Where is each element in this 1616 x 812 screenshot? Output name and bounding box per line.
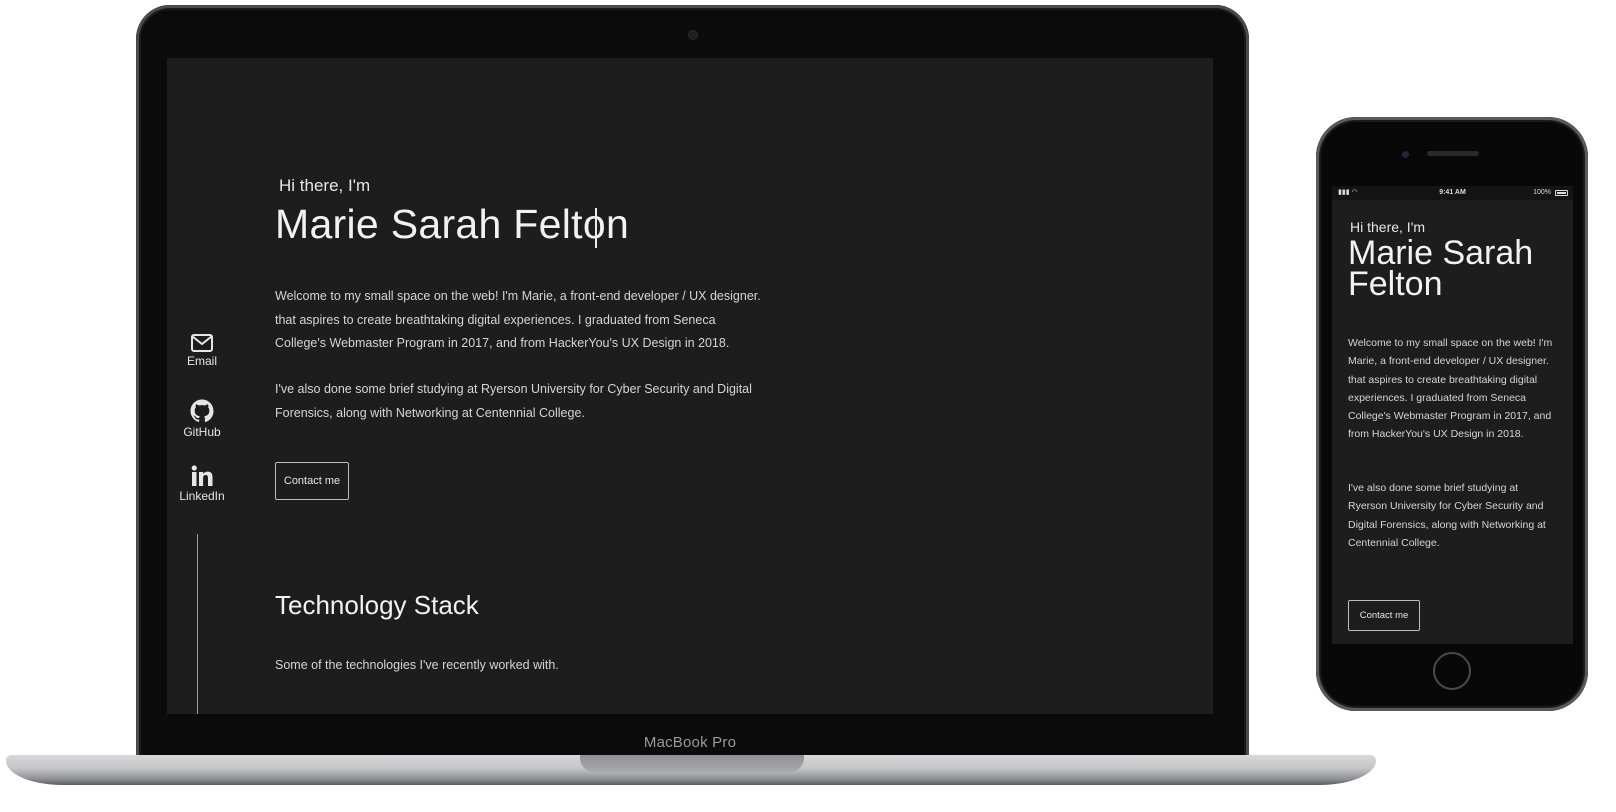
contact-me-button[interactable]: Contact me: [275, 462, 349, 500]
social-label-email: Email: [186, 354, 217, 368]
greeting: Hi there, I'm: [279, 176, 371, 195]
laptop-opening-notch: [580, 755, 804, 772]
greeting: Hi there, I'm: [1350, 219, 1426, 235]
social-link-email[interactable]: Email: [171, 334, 233, 368]
phone-home-button[interactable]: [1433, 652, 1471, 690]
hero-name: Marie Sarah Felton: [1348, 234, 1534, 303]
battery-percent: 100%: [1533, 189, 1551, 196]
tech-stack-subtext: Some of the technologies I've recently w…: [275, 658, 559, 672]
phone-screen: ▮▮▮ ◠ 9:41 AM 100% Hi there, I'm Marie S…: [1332, 186, 1573, 644]
intro-paragraph: Welcome to my small space on the web! I'…: [1348, 337, 1553, 441]
social-label-linkedin: LinkedIn: [179, 489, 225, 503]
social-divider-line: [197, 534, 198, 714]
phone-speaker: [1427, 151, 1479, 156]
envelope-icon: [191, 334, 213, 352]
battery-icon: [1555, 190, 1568, 196]
typing-caret: [595, 208, 597, 248]
tech-stack-heading: Technology Stack: [275, 590, 479, 620]
study-paragraph: I've also done some brief studying at Ry…: [1348, 482, 1546, 549]
phone-camera: [1402, 151, 1409, 158]
social-label-github: GitHub: [183, 425, 221, 439]
hero-name: Marie Sarah Felton: [275, 201, 630, 247]
github-icon: [190, 399, 214, 423]
laptop-model-label: MacBook Pro: [643, 734, 737, 751]
laptop-camera: [689, 31, 697, 39]
social-link-linkedin[interactable]: LinkedIn: [171, 465, 233, 503]
intro-paragraph: Welcome to my small space on the web! I'…: [275, 289, 761, 350]
status-bar: ▮▮▮ ◠ 9:41 AM 100%: [1332, 186, 1573, 200]
linkedin-icon: [191, 465, 213, 486]
laptop-screen: Hi there, I'm Marie Sarah Felton Welcome…: [167, 58, 1213, 714]
contact-me-button[interactable]: Contact me: [1348, 600, 1420, 631]
social-link-github[interactable]: GitHub: [171, 399, 233, 439]
study-paragraph: I've also done some brief studying at Ry…: [275, 382, 752, 420]
